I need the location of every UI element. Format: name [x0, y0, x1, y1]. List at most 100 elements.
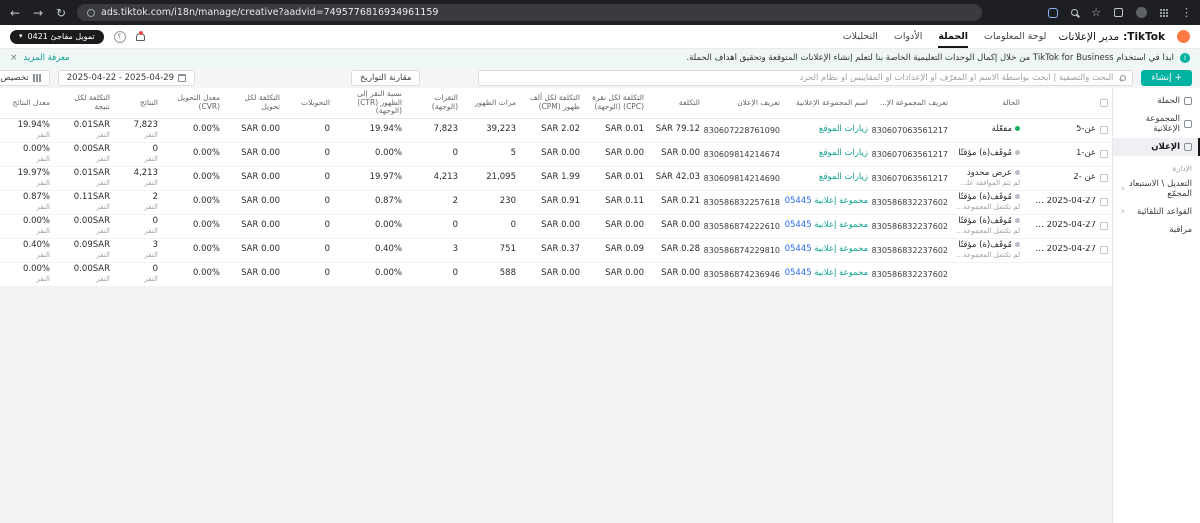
row-checkbox[interactable] [1100, 198, 1108, 206]
column-header-cpm[interactable]: التكلفة لكل ألف ظهور (CPM) [520, 88, 584, 118]
account-switcher[interactable]: تمويل مفاجئ 0421 ▾ [10, 30, 104, 44]
help-icon[interactable]: ؟ [114, 31, 126, 43]
column-header-conversions[interactable]: التحويلات [284, 88, 334, 118]
customize-table-button[interactable]: تخصيص جدول [0, 70, 50, 86]
ad-name-link[interactable]: عن-5 [1076, 125, 1096, 135]
notifications-bell-icon[interactable] [136, 33, 145, 41]
extensions-icon[interactable] [1114, 8, 1123, 17]
header-tab[interactable]: التحليلات [843, 25, 878, 48]
calendar-icon [178, 74, 186, 82]
column-header-select[interactable] [1024, 88, 1112, 118]
cell-results: 0النقر [114, 262, 162, 286]
cell-ad-id: 1830607228761090 [704, 118, 784, 142]
result-unit: النقر [58, 203, 110, 211]
banner-close-icon[interactable]: × [10, 54, 18, 63]
adgroup-number-link[interactable]: 12704105445 [784, 196, 812, 206]
apps-grid-icon[interactable] [1160, 9, 1168, 17]
column-header-status[interactable]: الحالة [952, 88, 1024, 118]
adgroup-number-link[interactable]: 12704105445 [784, 244, 812, 254]
select-all-checkbox[interactable] [1100, 99, 1108, 107]
ad-name-link[interactable]: 2025-04-27 22:54:45 [1034, 221, 1096, 231]
search-box[interactable] [478, 70, 1133, 86]
column-header-impressions[interactable]: مرات الظهور [462, 88, 520, 118]
learn-more-link[interactable]: معرفة المزيد [24, 53, 70, 63]
adgroup-name-link[interactable]: مجموعة إعلانية [814, 268, 868, 278]
cell-ctr: 19.94% [334, 118, 406, 142]
row-checkbox[interactable] [1100, 126, 1108, 134]
site-info-icon[interactable] [87, 9, 95, 17]
cell-cpm: SAR 2.02 [520, 118, 584, 142]
cell-result-rate: 19.94%النقر [0, 118, 54, 142]
search-input[interactable] [485, 72, 1115, 84]
header-tab[interactable]: لوحة المعلومات [984, 25, 1046, 48]
row-checkbox[interactable] [1100, 150, 1108, 158]
adgroup-name-link[interactable]: مجموعة إعلانية [814, 196, 868, 206]
result-value: 3 [118, 241, 158, 251]
compare-dates-button[interactable]: مقارنة التواريخ [351, 70, 420, 86]
column-header-adgroup-name[interactable]: اسم المجموعة الإعلانية [784, 88, 872, 118]
ad-name-link[interactable]: عن-1 [1076, 149, 1096, 159]
adgroup-name-link[interactable]: زيارات الموقع [819, 172, 868, 182]
cell-cost-per-conversion: SAR 0.00 [224, 190, 284, 214]
adgroup-name-link[interactable]: زيارات الموقع [819, 148, 868, 158]
column-header-adgroup-id[interactable]: تعريف المجموعة الإ... [872, 88, 952, 118]
result-value: 19.94% [4, 121, 50, 131]
bookmark-star-icon[interactable]: ☆ [1091, 7, 1101, 18]
sidebar-tool-item[interactable]: مراقبة [1113, 221, 1200, 239]
browser-menu-icon[interactable]: ⋮ [1181, 7, 1192, 18]
result-value: 0.87% [4, 193, 50, 203]
adgroup-name-link[interactable]: زيارات الموقع [819, 124, 868, 134]
cell-impressions: 5 [462, 142, 520, 166]
adgroup-name-link[interactable]: مجموعة إعلانية [814, 220, 868, 230]
ad-name-link[interactable]: عن -2 [1073, 173, 1096, 183]
cell-cvr: 0.00% [162, 190, 224, 214]
column-header-cost-per-result[interactable]: التكلفة لكل نتيجة [54, 88, 114, 118]
column-header-cpc[interactable]: التكلفة لكل نقرة (CPC) (الوجهة) [584, 88, 648, 118]
browser-reload-icon[interactable]: ↻ [54, 7, 68, 19]
cell-result-rate: 0.00%النقر [0, 214, 54, 238]
status-line: عرض محدود [956, 169, 1020, 179]
ad-name-link[interactable]: 2025-04-27 22:54:45 [1034, 197, 1096, 207]
sidebar-levels: الحملةالمجموعة الإعلانية الإعلان [1113, 92, 1200, 156]
date-range-picker[interactable]: 2025-04-22 - 2025-04-29 [58, 70, 195, 86]
result-value: 0.01SAR [58, 121, 110, 131]
address-bar[interactable]: ads.tiktok.com/i18n/manage/creative?aadv… [77, 4, 982, 21]
column-header-cost-per-conversion[interactable]: التكلفة لكل تحويل [224, 88, 284, 118]
column-header-cvr[interactable]: معدل التحويل (CVR) [162, 88, 224, 118]
cell-impressions: 588 [462, 262, 520, 286]
header-tabs: لوحة المعلومات الحملة الأدوات التحليلات [843, 25, 1047, 48]
row-checkbox[interactable] [1100, 246, 1108, 254]
browser-profile-icon[interactable] [1136, 7, 1147, 18]
column-header-result-rate[interactable]: معدل النتائج [0, 88, 54, 118]
sidebar-item-label: الإعلان [1151, 142, 1180, 152]
sidebar-item[interactable]: الحملة [1113, 92, 1200, 110]
browser-back-icon[interactable]: ← [8, 7, 22, 19]
sidebar-tool-item[interactable]: القواعد التلقائية‹ [1113, 203, 1200, 221]
browser-forward-icon[interactable]: → [31, 7, 45, 19]
zoom-icon[interactable] [1071, 9, 1078, 16]
adgroup-number-link[interactable]: 12704105445 [784, 268, 812, 278]
header-tab[interactable]: الحملة [938, 25, 968, 48]
adgroup-number-link[interactable]: 12704105445 [784, 220, 812, 230]
lens-icon[interactable] [1048, 8, 1058, 18]
adgroup-name-link[interactable]: مجموعة إعلانية [814, 244, 868, 254]
create-button[interactable]: + إنشاء [1141, 70, 1192, 86]
cell-cost: SAR 0.21 [648, 190, 704, 214]
row-checkbox[interactable] [1100, 222, 1108, 230]
column-header-cost[interactable]: التكلفة [648, 88, 704, 118]
result-unit: النقر [58, 155, 110, 163]
sidebar-item[interactable]: الإعلان [1113, 138, 1200, 156]
header-tab[interactable]: الأدوات [894, 25, 922, 48]
result-unit: النقر [118, 227, 158, 235]
sidebar-item[interactable]: المجموعة الإعلانية [1113, 110, 1200, 138]
sidebar-tool-item[interactable]: التعديل \ الاستبعاد المجمّع‹ [1113, 175, 1200, 203]
ad-name-link[interactable]: 2025-04-27 22:54:45 [1034, 245, 1096, 255]
column-header-clicks[interactable]: النقرات (الوجهة) [406, 88, 462, 118]
column-header-ad-id[interactable]: تعريف الإعلان [704, 88, 784, 118]
column-header-results[interactable]: النتائج [114, 88, 162, 118]
cell-cpm: SAR 0.00 [520, 214, 584, 238]
column-header-ctr[interactable]: نسبة النقر إلى الظهور (CTR) (الوجهة) [334, 88, 406, 118]
avatar[interactable] [1177, 30, 1190, 43]
row-checkbox[interactable] [1100, 174, 1108, 182]
status-text: مُوقَف(ة) مؤقتًا [958, 216, 1012, 226]
